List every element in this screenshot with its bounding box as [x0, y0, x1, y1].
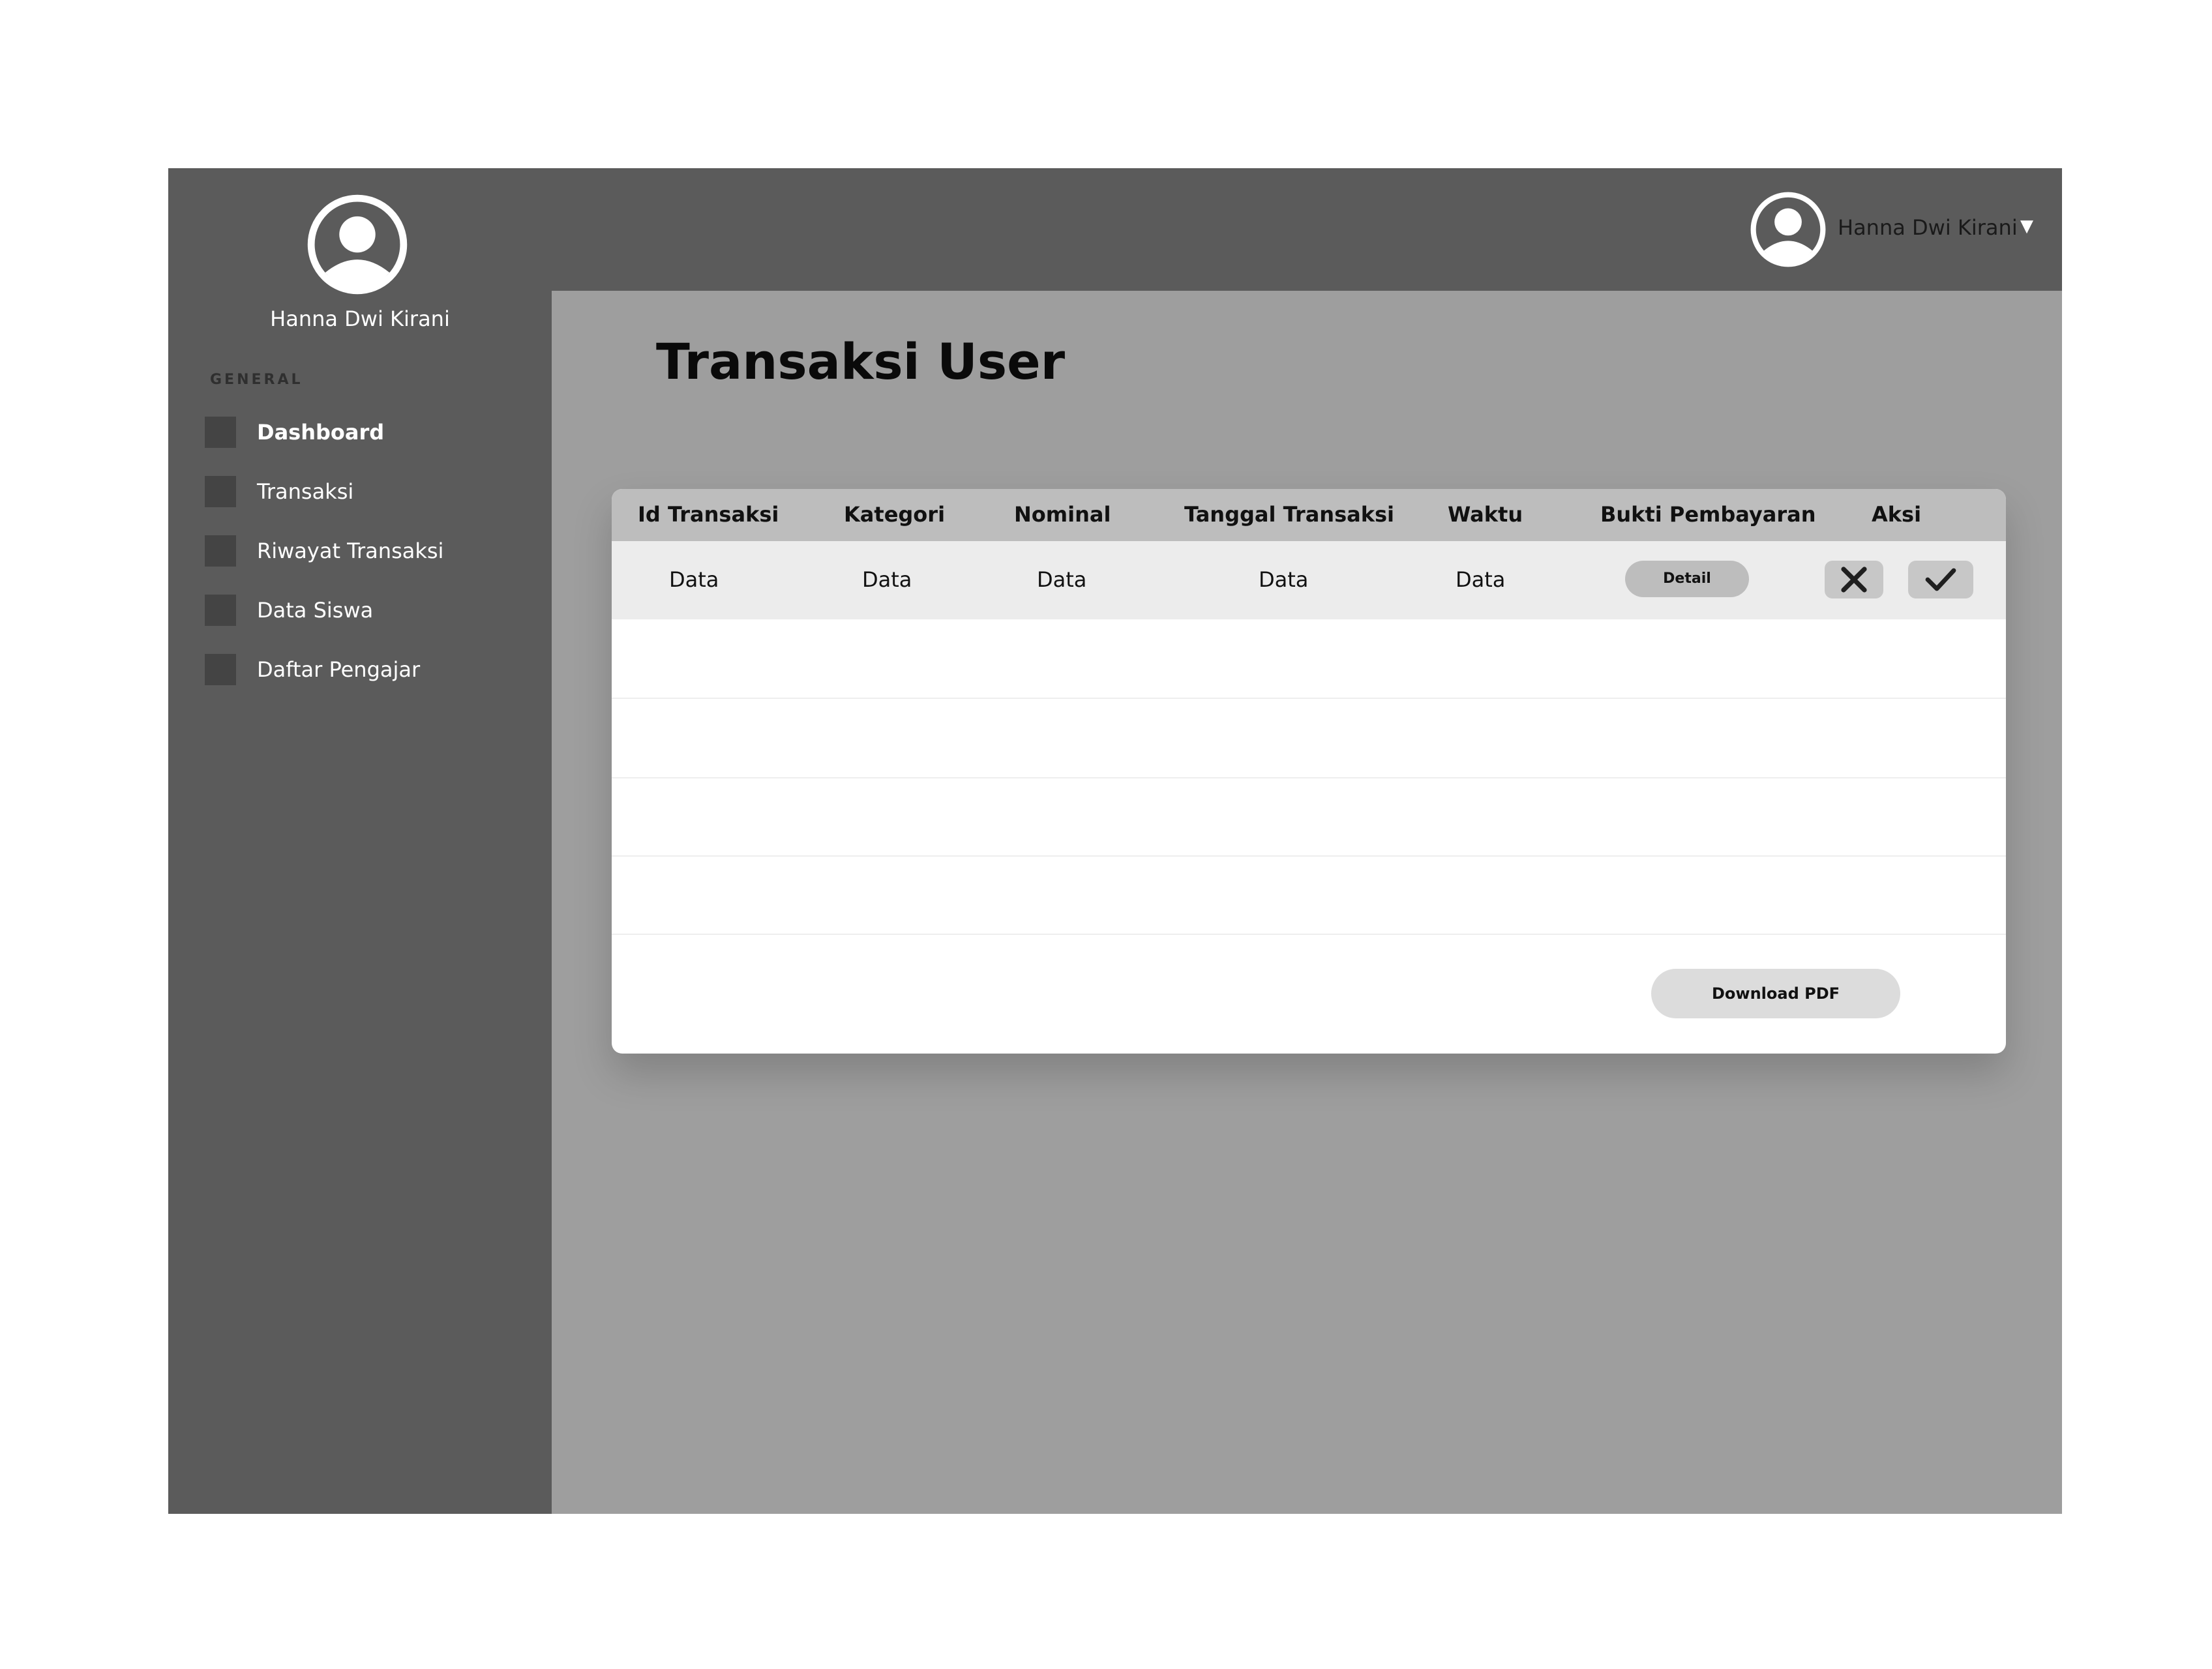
detail-button[interactable]: Detail [1625, 561, 1749, 597]
sidebar-item-transaksi[interactable]: Transaksi [205, 473, 518, 512]
cell-waktu: Data [1456, 567, 1506, 592]
user-avatar-icon[interactable] [1750, 192, 1826, 267]
sidebar-item-label: Daftar Pengajar [257, 657, 421, 682]
approve-button[interactable] [1908, 561, 1973, 598]
column-header-waktu: Waktu [1448, 502, 1523, 527]
square-icon [205, 654, 236, 685]
square-icon [205, 476, 236, 507]
close-icon [1841, 567, 1867, 593]
column-header-kategori: Kategori [844, 502, 946, 527]
sidebar-item-dashboard[interactable]: Dashboard [205, 413, 518, 452]
table-row [612, 619, 2006, 699]
table-row [612, 777, 2006, 857]
chevron-down-icon[interactable]: ▼ [2020, 216, 2033, 236]
sidebar-item-label: Data Siswa [257, 598, 374, 623]
table-row: Data Data Data Data Data Detail [612, 541, 2006, 619]
sidebar-item-label: Transaksi [257, 479, 354, 504]
page-title: Transaksi User [656, 332, 1066, 391]
column-header-bukti: Bukti Pembayaran [1600, 502, 1816, 527]
sidebar-item-riwayat-transaksi[interactable]: Riwayat Transaksi [205, 532, 518, 571]
sidebar: Hanna Dwi Kirani GENERAL Dashboard Trans… [168, 168, 552, 1514]
check-icon [1925, 568, 1956, 591]
user-avatar-icon [307, 194, 408, 295]
table-row [612, 699, 2006, 778]
column-header-id: Id Transaksi [638, 502, 779, 527]
top-bar: Hanna Dwi Kirani ▼ [552, 168, 2062, 291]
square-icon [205, 417, 236, 448]
sidebar-item-data-siswa[interactable]: Data Siswa [205, 591, 518, 630]
table-header: Id Transaksi Kategori Nominal Tanggal Tr… [612, 489, 2006, 541]
download-pdf-button[interactable]: Download PDF [1651, 969, 1900, 1018]
sidebar-item-label: Dashboard [257, 420, 385, 445]
app-window: Hanna Dwi Kirani GENERAL Dashboard Trans… [168, 168, 2062, 1514]
cell-id: Data [669, 567, 719, 592]
sidebar-item-daftar-pengajar[interactable]: Daftar Pengajar [205, 651, 518, 690]
cell-kategori: Data [862, 567, 912, 592]
topbar-username[interactable]: Hanna Dwi Kirani [1838, 215, 2018, 240]
sidebar-item-label: Riwayat Transaksi [257, 539, 444, 563]
square-icon [205, 535, 236, 567]
column-header-tanggal: Tanggal Transaksi [1184, 502, 1394, 527]
square-icon [205, 595, 236, 626]
sidebar-section-label: GENERAL [210, 372, 303, 388]
cell-tanggal: Data [1259, 567, 1309, 592]
column-header-nominal: Nominal [1014, 502, 1111, 527]
transactions-card: Id Transaksi Kategori Nominal Tanggal Tr… [612, 489, 2006, 1054]
cell-nominal: Data [1037, 567, 1087, 592]
table-row [612, 855, 2006, 935]
column-header-aksi: Aksi [1872, 502, 1922, 527]
sidebar-username: Hanna Dwi Kirani [270, 306, 450, 331]
reject-button[interactable] [1825, 561, 1883, 598]
